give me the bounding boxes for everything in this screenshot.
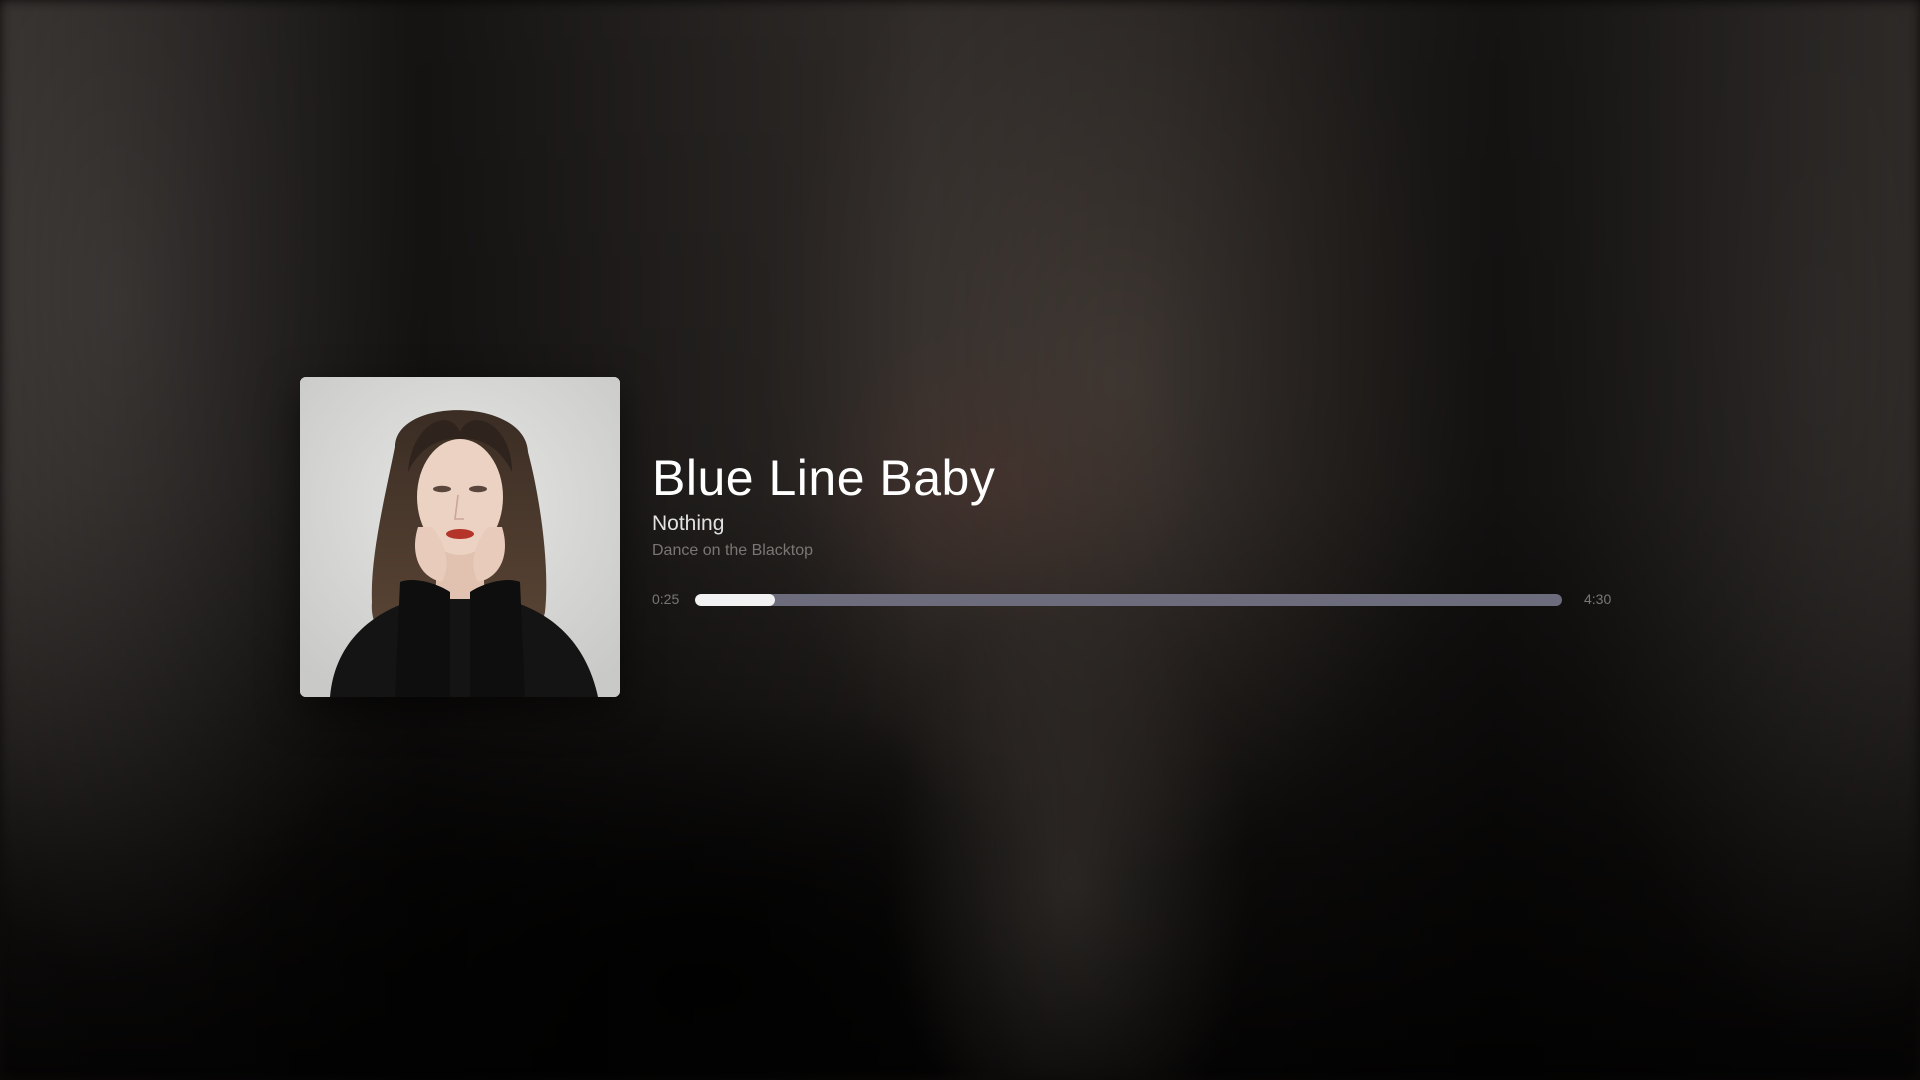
track-title: Blue Line Baby	[652, 450, 996, 506]
now-playing-screen: Blue Line Baby Nothing Dance on the Blac…	[0, 0, 1920, 1080]
artist-name: Nothing	[652, 512, 725, 535]
track-info: Blue Line Baby Nothing Dance on the Blac…	[652, 448, 1652, 562]
album-name: Dance on the Blacktop	[652, 542, 813, 560]
playback-progress: 0:25 4:30	[652, 590, 1652, 610]
progress-fill	[695, 594, 776, 606]
elapsed-time: 0:25	[652, 591, 680, 607]
total-time: 4:30	[1584, 591, 1612, 607]
progress-bar[interactable]	[695, 594, 1562, 606]
album-artwork-image	[300, 377, 620, 697]
album-artwork	[300, 377, 620, 697]
